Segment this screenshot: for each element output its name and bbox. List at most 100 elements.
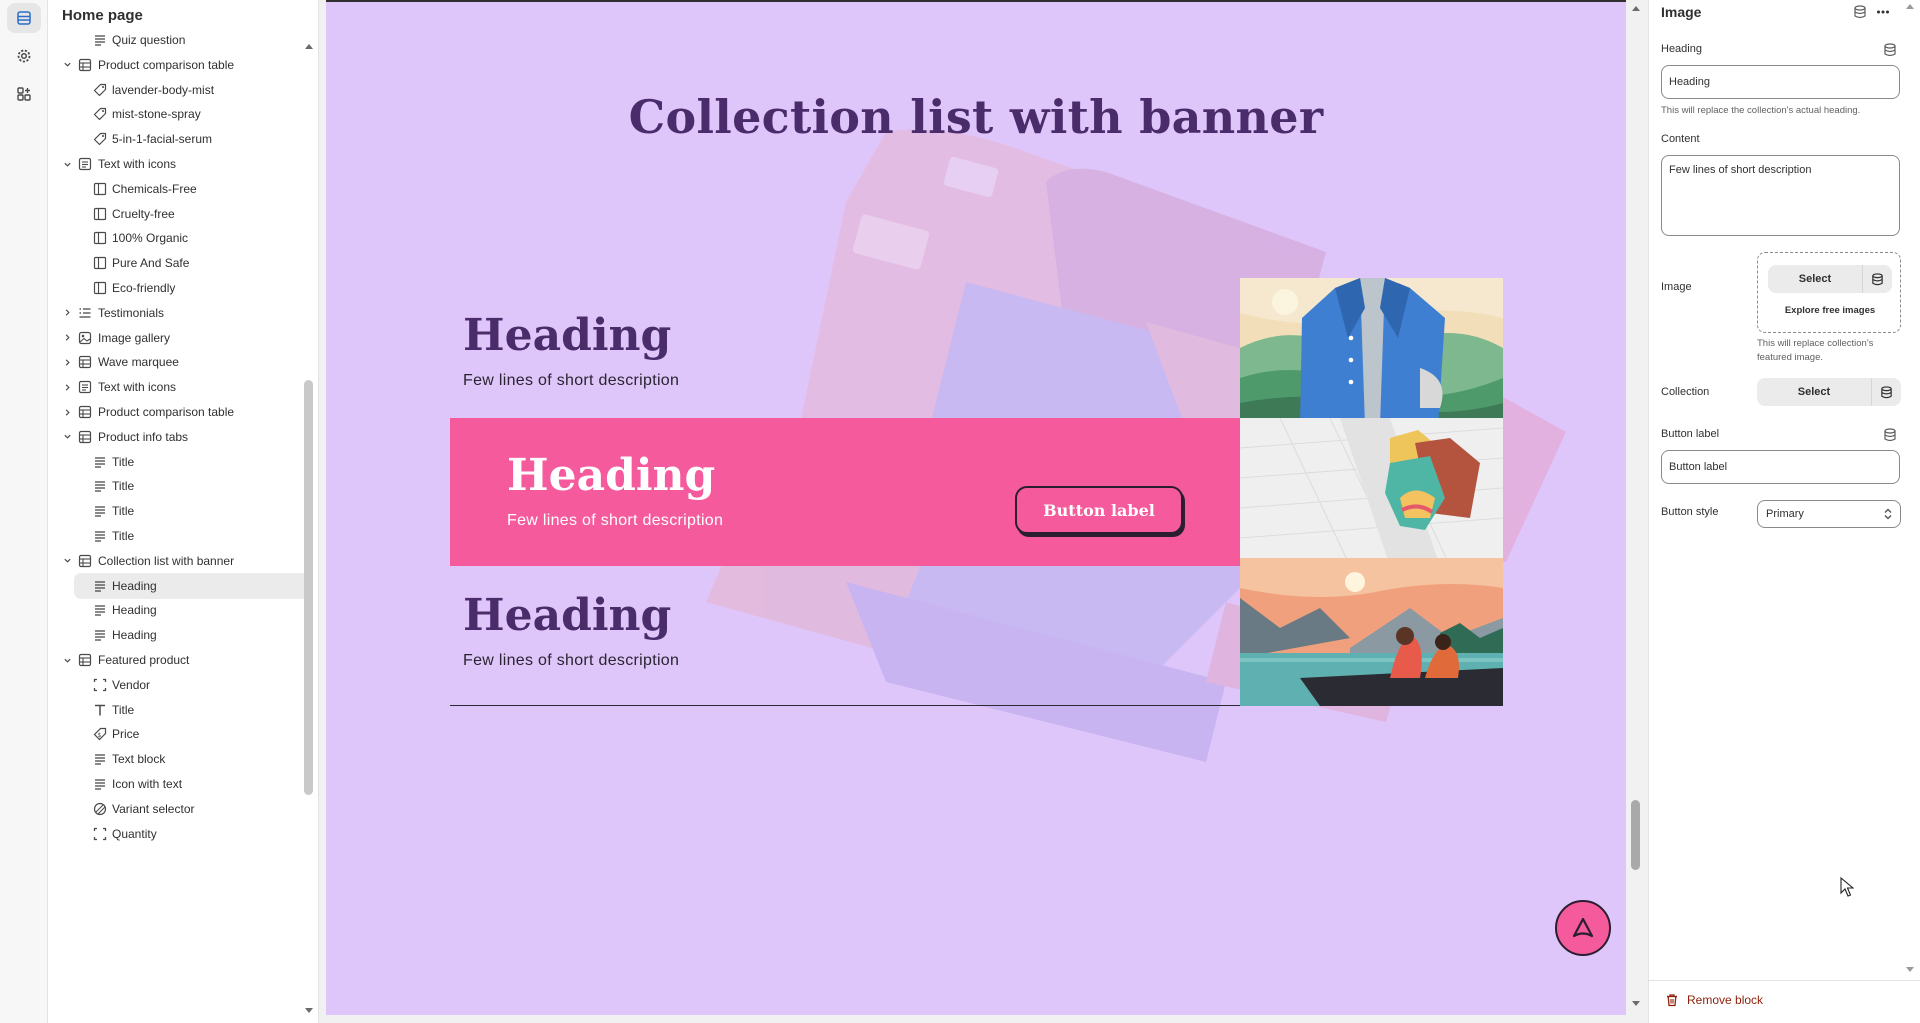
tree-block-item[interactable]: 100% Organic (48, 224, 308, 252)
tree-block-item[interactable]: Title (48, 522, 308, 550)
explore-free-images-link[interactable]: Explore free images (1758, 305, 1902, 316)
tree-block-item[interactable]: Pure And Safe (48, 249, 308, 277)
button-label-dynamic-source[interactable] (1882, 427, 1898, 443)
scroll-up-arrow-icon[interactable] (1631, 4, 1641, 12)
image-section-icon (78, 331, 92, 345)
preview-scrollbar[interactable] (1626, 0, 1646, 1015)
tree-block-item[interactable]: Title (48, 497, 308, 525)
tree-block-item[interactable]: $ Price (48, 720, 308, 748)
content-field-label: Content (1661, 133, 1700, 145)
collection-heading: Heading (463, 590, 672, 641)
collection-dynamic-source-button[interactable] (1871, 378, 1901, 406)
chevron-down-icon[interactable] (62, 159, 72, 169)
chevron-right-icon[interactable] (62, 407, 72, 417)
chevron-down-icon[interactable] (62, 432, 72, 442)
chevron-down-icon[interactable] (62, 655, 72, 665)
tree-block-item[interactable]: Vendor (48, 671, 308, 699)
collection-button[interactable]: Button label (1015, 486, 1183, 534)
button-style-value: Primary (1766, 508, 1804, 520)
tree-block-item[interactable]: Heading (48, 572, 308, 600)
tree-block-item[interactable]: Text block (48, 745, 308, 773)
tree-section-item[interactable]: Text with icons (48, 373, 308, 401)
scroll-up-arrow-icon[interactable] (1905, 2, 1915, 10)
section-icon (78, 58, 92, 72)
scroll-down-arrow-icon[interactable] (304, 1007, 314, 1015)
column-icon (93, 231, 107, 245)
chevron-down-icon[interactable] (62, 60, 72, 70)
collection-row-2[interactable]: Heading Few lines of short description B… (450, 418, 1503, 566)
tree-section-item[interactable]: Featured product (48, 646, 308, 674)
chevron-right-icon[interactable] (62, 308, 72, 318)
content-textarea[interactable]: Few lines of short description (1661, 155, 1900, 236)
shirt-illustration-icon (1240, 278, 1503, 426)
settings-rail-button[interactable] (7, 41, 41, 71)
svg-text:$: $ (98, 732, 102, 739)
button-label-input[interactable]: Button label (1661, 450, 1900, 484)
heading-dynamic-source[interactable] (1882, 42, 1898, 58)
image-dynamic-source-button[interactable] (1862, 265, 1892, 293)
tree-item-label: Title (112, 479, 135, 494)
tree-item-label: Featured product (98, 653, 190, 667)
tree-section-item[interactable]: Product comparison table (48, 398, 308, 426)
ellipsis-icon (1877, 10, 1889, 14)
database-icon (1854, 5, 1866, 19)
collection-description: Few lines of short description (507, 512, 724, 529)
button-style-select[interactable]: Primary (1757, 500, 1901, 528)
tree-block-item[interactable]: Heading (48, 621, 308, 649)
tag-icon (93, 83, 107, 97)
sections-rail-button[interactable] (7, 3, 41, 33)
chevron-right-icon[interactable] (62, 382, 72, 392)
tree-item-label: Product comparison table (98, 405, 235, 419)
text-lines-icon (93, 777, 107, 791)
image-select-button[interactable]: Select (1768, 265, 1862, 293)
collection-select-button[interactable]: Select (1757, 378, 1871, 406)
tree-section-item[interactable]: Text with icons (48, 150, 308, 178)
text-lines-icon (93, 33, 107, 47)
scroll-down-arrow-icon[interactable] (1905, 966, 1915, 974)
preview-scrollbar-thumb[interactable] (1631, 800, 1640, 870)
chevron-right-icon[interactable] (62, 333, 72, 343)
tree-section-item[interactable]: Image gallery (48, 324, 308, 352)
tree-block-item[interactable]: Title (48, 448, 308, 476)
tree-section-item[interactable]: Product info tabs (48, 423, 308, 451)
tree-block-item[interactable]: 5-in-1-facial-serum (48, 125, 308, 153)
section-heading: Collection list with banner (628, 90, 1324, 144)
heading-field-label: Heading (1661, 43, 1702, 55)
tree-block-item[interactable]: Quantity (48, 820, 308, 848)
tree-item-label: Title (112, 702, 135, 717)
tag-icon (93, 132, 107, 146)
sidebar-scrollbar-thumb[interactable] (304, 380, 313, 795)
tree-block-item[interactable]: Title (48, 696, 308, 724)
panel-title: Image (1661, 4, 1702, 20)
tree-section-item[interactable]: Wave marquee (48, 348, 308, 376)
section-icon (78, 405, 92, 419)
tree-item-label: lavender-body-mist (112, 82, 215, 97)
tree-block-item[interactable]: Variant selector (48, 795, 308, 823)
remove-block-button[interactable]: Remove block (1665, 993, 1763, 1007)
tree-block-item[interactable]: lavender-body-mist (48, 76, 308, 104)
tree-block-item[interactable]: Heading (48, 596, 308, 624)
collection-row-1[interactable]: Heading Few lines of short description (450, 278, 1503, 426)
back-to-top-button[interactable] (1555, 900, 1611, 956)
more-options-button[interactable] (1875, 4, 1891, 20)
tree-section-item[interactable]: Product comparison table (48, 51, 308, 79)
tree-block-item[interactable]: Eco-friendly (48, 274, 308, 302)
tree-section-item[interactable]: Testimonials (48, 299, 308, 327)
scroll-down-arrow-icon[interactable] (1631, 1000, 1641, 1008)
scroll-up-arrow-icon[interactable] (304, 42, 314, 50)
tree-block-item[interactable]: Cruelty-free (48, 200, 308, 228)
block-settings-panel: Image Heading Heading This will replace … (1648, 0, 1920, 1023)
chevron-right-icon[interactable] (62, 357, 72, 367)
apps-rail-button[interactable] (7, 79, 41, 109)
tree-block-item[interactable]: Chemicals-Free (48, 175, 308, 203)
tree-block-item[interactable]: Icon with text (48, 770, 308, 798)
store-preview[interactable]: Collection list with banner Heading Few … (326, 0, 1626, 1015)
collection-row-3[interactable]: Heading Few lines of short description (450, 558, 1503, 706)
chevron-down-icon[interactable] (62, 556, 72, 566)
remove-block-bar: Remove block (1649, 980, 1920, 1023)
tree-block-item[interactable]: mist-stone-spray (48, 100, 308, 128)
dynamic-source-button[interactable] (1852, 4, 1868, 20)
tree-block-item[interactable]: Title (48, 472, 308, 500)
tree-section-item[interactable]: Collection list with banner (48, 547, 308, 575)
heading-input[interactable]: Heading (1661, 65, 1900, 99)
